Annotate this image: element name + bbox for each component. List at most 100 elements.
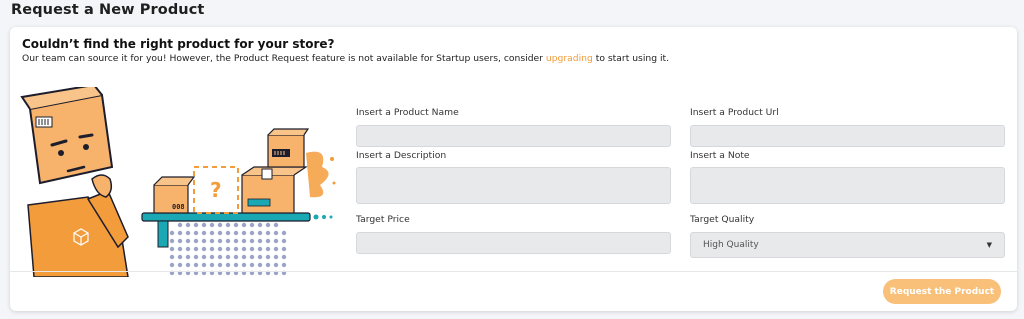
halftone-dot — [233, 230, 239, 236]
halftone-dot — [225, 262, 231, 268]
halftone-dot — [257, 246, 263, 252]
halftone-dot — [177, 246, 183, 252]
halftone-dot — [209, 262, 215, 268]
halftone-dot — [185, 230, 191, 236]
halftone-dot — [185, 262, 191, 268]
halftone-dot — [241, 262, 247, 268]
halftone-dots — [169, 222, 287, 276]
halftone-dot — [241, 238, 247, 244]
halftone-dot — [273, 262, 279, 268]
halftone-dot — [201, 254, 207, 260]
description-textarea[interactable] — [356, 167, 671, 204]
halftone-dot — [273, 238, 279, 244]
halftone-dot — [177, 262, 183, 268]
chevron-down-icon: ▼ — [986, 241, 992, 249]
halftone-dot — [201, 262, 207, 268]
upgrading-link[interactable]: upgrading — [546, 53, 593, 64]
halftone-dot — [273, 222, 279, 228]
notice-text: Our team can source it for you! However,… — [22, 53, 669, 64]
target-price-label: Target Price — [356, 214, 410, 225]
halftone-dot — [241, 254, 247, 260]
product-url-label: Insert a Product Url — [690, 107, 779, 118]
notice-text-after: to start using it. — [592, 53, 670, 64]
halftone-dot — [225, 222, 231, 228]
halftone-dot — [249, 262, 255, 268]
halftone-dot — [185, 222, 191, 228]
halftone-dot — [217, 222, 223, 228]
halftone-dot — [209, 254, 215, 260]
halftone-dot — [225, 254, 231, 260]
halftone-dot — [209, 238, 215, 244]
halftone-dot — [177, 230, 183, 236]
halftone-dot — [217, 246, 223, 252]
halftone-dot — [201, 230, 207, 236]
halftone-dot — [241, 222, 247, 228]
halftone-dot — [257, 222, 263, 228]
halftone-dot — [193, 262, 199, 268]
question-mark: ? — [210, 178, 222, 202]
halftone-dot — [249, 222, 255, 228]
halftone-dot — [257, 230, 263, 236]
halftone-dot — [233, 238, 239, 244]
halftone-dot — [273, 246, 279, 252]
halftone-dot — [193, 254, 199, 260]
halftone-dot — [281, 246, 287, 252]
halftone-dot — [249, 254, 255, 260]
note-textarea[interactable] — [690, 167, 1005, 204]
halftone-dot — [209, 222, 215, 228]
halftone-dot — [265, 230, 271, 236]
halftone-dot — [257, 262, 263, 268]
target-quality-selected: High Quality — [703, 240, 759, 250]
target-price-input[interactable] — [356, 232, 671, 254]
box-code-label: 008 — [172, 203, 185, 211]
footer-divider — [10, 271, 1017, 272]
halftone-dot — [225, 246, 231, 252]
confused-box-illustration: 008 ? — [20, 87, 336, 277]
halftone-dot — [281, 230, 287, 236]
halftone-dot — [281, 262, 287, 268]
halftone-dot — [185, 254, 191, 260]
notice-text-before: Our team can source it for you! However,… — [22, 53, 546, 64]
halftone-dot — [217, 230, 223, 236]
halftone-dot — [169, 246, 175, 252]
halftone-dot — [177, 238, 183, 244]
halftone-dot — [273, 230, 279, 236]
request-product-button[interactable]: Request the Product — [883, 279, 1001, 304]
halftone-dot — [193, 238, 199, 244]
request-product-card: Couldn’t find the right product for your… — [10, 27, 1017, 311]
halftone-dot — [241, 246, 247, 252]
halftone-dot — [233, 246, 239, 252]
halftone-dot — [241, 230, 247, 236]
halftone-dot — [265, 222, 271, 228]
halftone-dot — [169, 262, 175, 268]
halftone-dot — [249, 246, 255, 252]
description-label: Insert a Description — [356, 150, 447, 161]
halftone-dot — [225, 230, 231, 236]
halftone-dot — [233, 262, 239, 268]
product-name-input[interactable] — [356, 125, 671, 147]
halftone-dot — [281, 254, 287, 260]
halftone-dot — [217, 262, 223, 268]
product-url-input[interactable] — [690, 125, 1005, 147]
halftone-dot — [169, 238, 175, 244]
halftone-dot — [281, 238, 287, 244]
halftone-dot — [185, 246, 191, 252]
halftone-dot — [201, 238, 207, 244]
halftone-dot — [177, 254, 183, 260]
halftone-dot — [193, 246, 199, 252]
halftone-dot — [193, 222, 199, 228]
halftone-dot — [209, 230, 215, 236]
halftone-dot — [225, 238, 231, 244]
halftone-dot — [169, 254, 175, 260]
halftone-dot — [249, 238, 255, 244]
halftone-dot — [217, 254, 223, 260]
halftone-dot — [233, 254, 239, 260]
notice-headline: Couldn’t find the right product for your… — [22, 37, 335, 51]
halftone-dot — [233, 222, 239, 228]
halftone-dot — [265, 254, 271, 260]
halftone-dot — [265, 246, 271, 252]
target-quality-select[interactable]: High Quality ▼ — [690, 232, 1005, 258]
halftone-dot — [201, 222, 207, 228]
halftone-dot — [177, 222, 183, 228]
halftone-dot — [257, 254, 263, 260]
